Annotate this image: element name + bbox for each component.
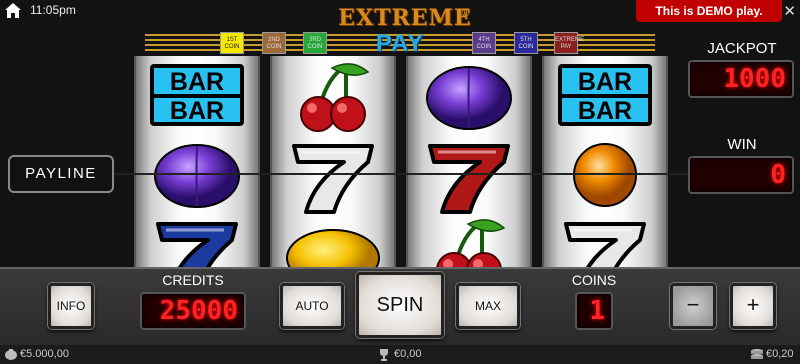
logo-extreme: EXTREME xyxy=(338,5,472,31)
logo-registered-mark: ® xyxy=(462,8,470,19)
bar-bar-symbol: BAR BAR xyxy=(136,58,258,136)
credits-label: CREDITS xyxy=(162,272,224,288)
decrease-coins-button[interactable]: − xyxy=(670,283,716,329)
svg-text:BAR: BAR xyxy=(578,97,632,125)
reel-1: BAR BAR xyxy=(134,56,260,270)
info-button[interactable]: INFO xyxy=(48,283,94,329)
clock: 11:05pm xyxy=(30,3,76,17)
cherries-symbol xyxy=(408,214,530,270)
jackpot-display: 1000 xyxy=(688,60,794,98)
coin-indicator-4: 4TH COIN xyxy=(472,32,496,54)
logo-pay: PAY xyxy=(375,30,425,57)
spin-button[interactable]: SPIN xyxy=(356,272,444,338)
cherries-symbol xyxy=(272,58,394,136)
reel-2 xyxy=(270,56,396,270)
jackpot-label: JACKPOT xyxy=(707,40,777,57)
svg-text:BAR: BAR xyxy=(170,68,224,96)
max-bet-button[interactable]: MAX xyxy=(456,283,520,329)
seven-white-symbol xyxy=(544,214,666,270)
wallet-icon xyxy=(5,349,17,360)
coin-indicator-5: 5TH COIN xyxy=(514,32,538,54)
balance-value: €5.000,00 xyxy=(20,348,69,360)
trophy-icon xyxy=(380,349,388,361)
coin-indicator-1: 1ST COIN xyxy=(220,32,244,54)
orange-symbol xyxy=(544,136,666,214)
demo-notice: This is DEMO play. xyxy=(636,0,782,22)
plum-symbol xyxy=(136,136,258,214)
lemon-symbol xyxy=(272,214,394,270)
win-label: WIN xyxy=(727,136,757,153)
auto-button[interactable]: AUTO xyxy=(280,283,344,329)
status-bar: €5.000,00 €0,00 €0,20 xyxy=(0,345,800,364)
coins-label: COINS xyxy=(571,272,617,288)
home-icon[interactable] xyxy=(4,2,22,19)
payline-marker xyxy=(112,173,688,175)
svg-text:BAR: BAR xyxy=(170,97,224,125)
reel-3 xyxy=(406,56,532,270)
seven-white-symbol xyxy=(272,136,394,214)
payline-label: PAYLINE xyxy=(8,155,114,193)
coins-stack-icon xyxy=(751,349,763,359)
reel-4: BAR BAR xyxy=(542,56,668,270)
svg-text:BAR: BAR xyxy=(578,68,632,96)
credits-display: 25000 xyxy=(140,292,246,330)
seven-blue-symbol xyxy=(136,214,258,270)
coins-display: 1 xyxy=(575,292,613,330)
coin-indicator-6: EXTREME PAY xyxy=(554,32,584,54)
close-icon[interactable]: ✕ xyxy=(783,2,796,20)
win-total-value: €0,00 xyxy=(394,348,422,360)
stake-value: €0,20 xyxy=(766,348,794,360)
bar-bar-symbol: BAR BAR xyxy=(544,58,666,136)
seven-red-symbol xyxy=(408,136,530,214)
coin-indicator-3: 3RD COIN xyxy=(303,32,327,54)
increase-coins-button[interactable]: + xyxy=(730,283,776,329)
coin-indicator-2: 2ND COIN xyxy=(262,32,286,54)
plum-symbol xyxy=(408,58,530,136)
win-display: 0 xyxy=(688,156,794,194)
